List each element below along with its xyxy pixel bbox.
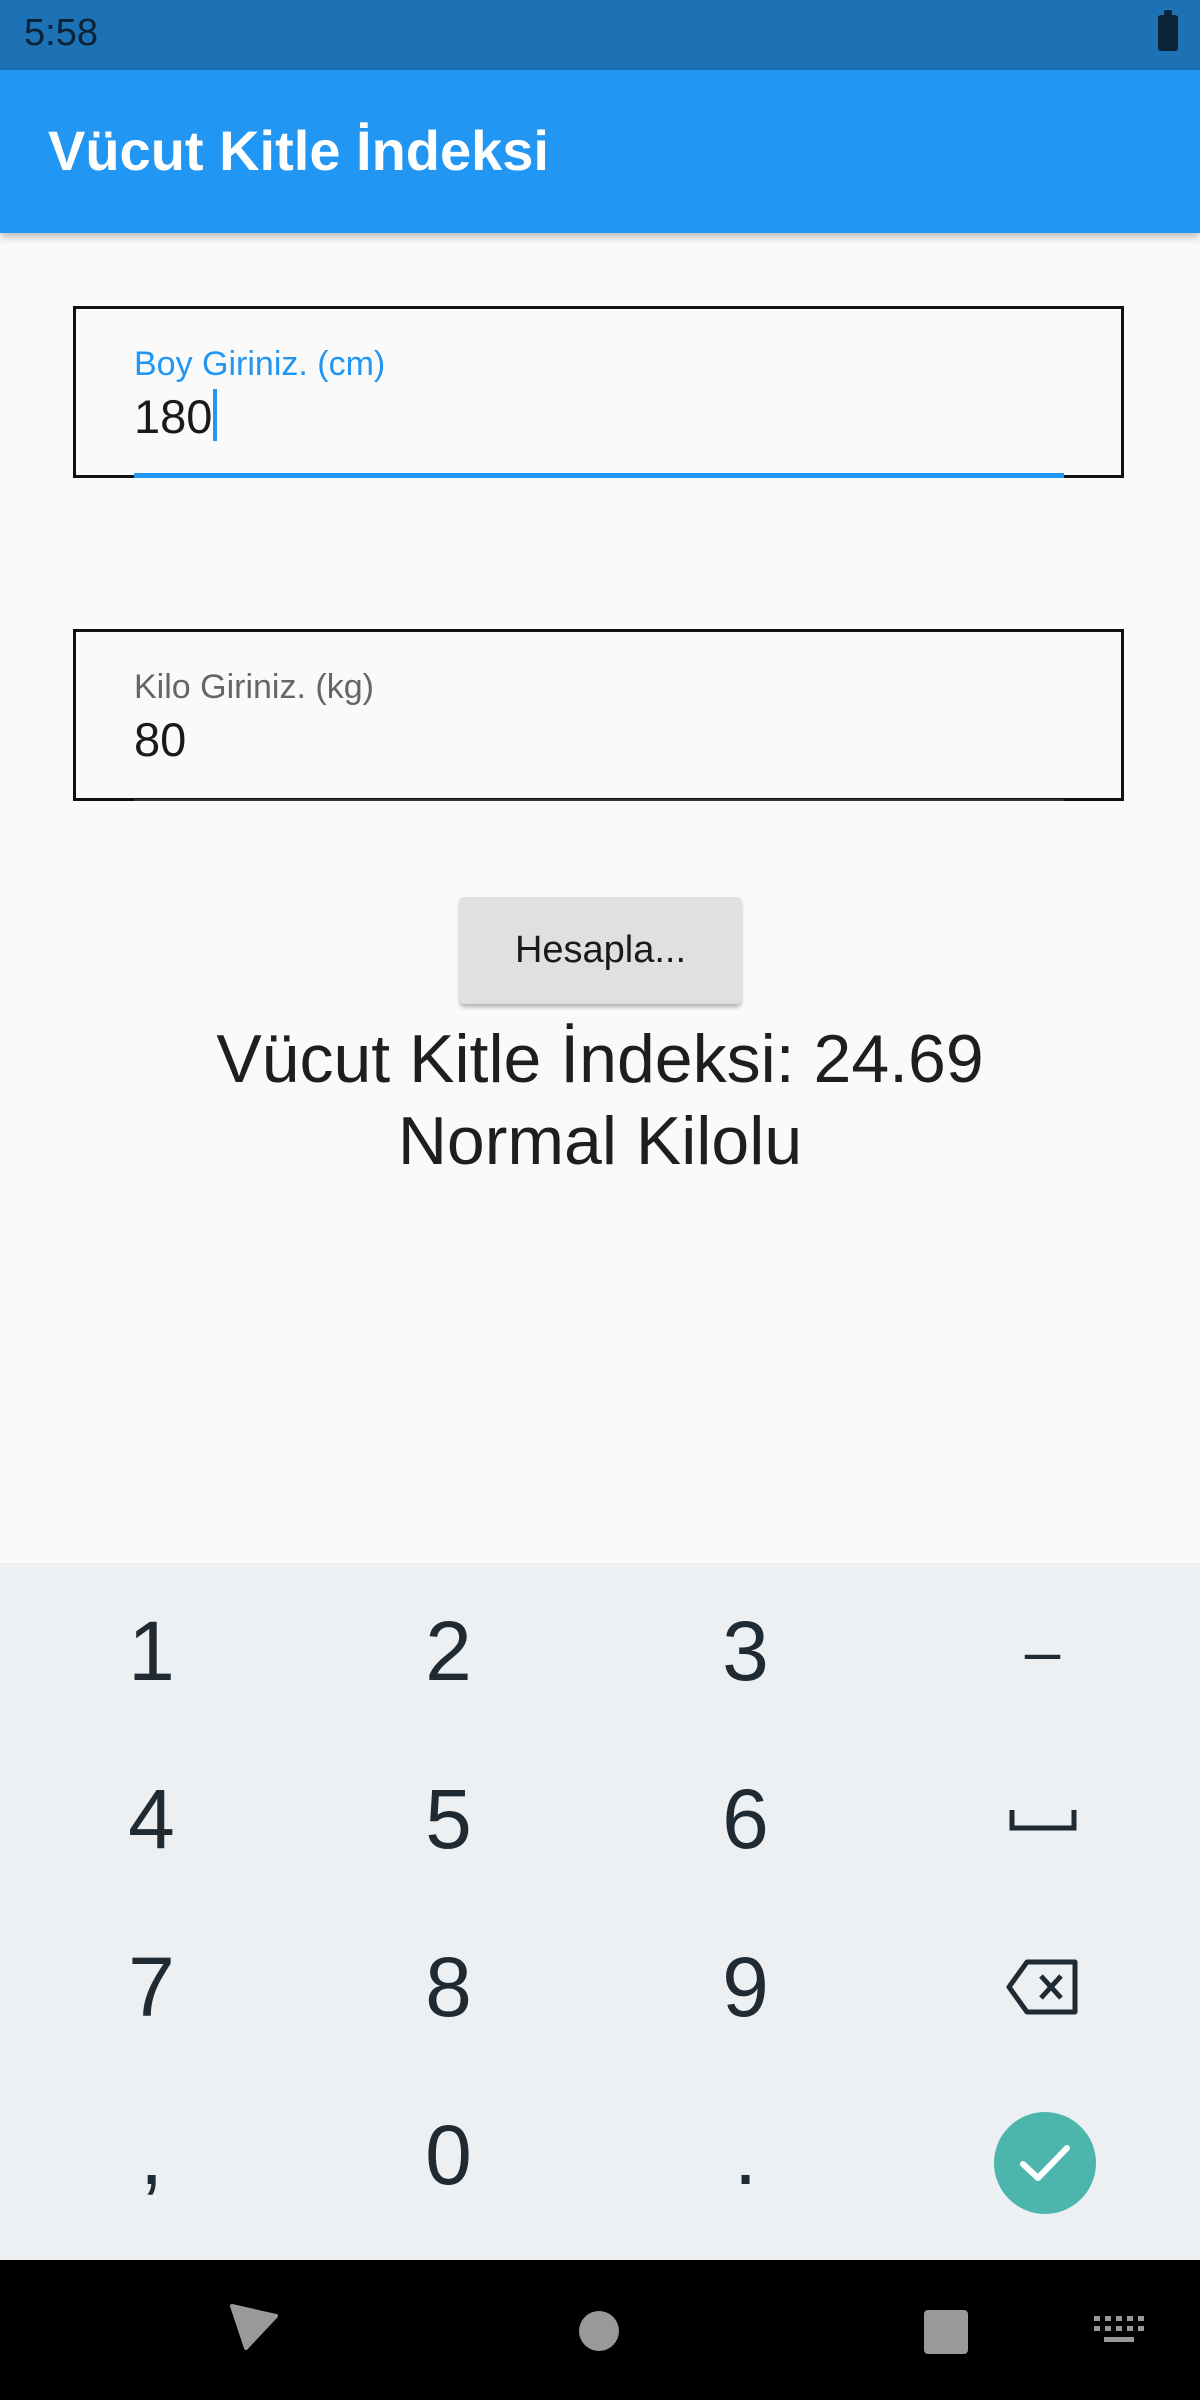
key-period[interactable]: . (597, 2071, 894, 2239)
key-backspace[interactable] (894, 1903, 1191, 2071)
key-8[interactable]: 8 (300, 1903, 597, 2071)
weight-input[interactable]: 80 (134, 712, 186, 767)
check-icon (1020, 2145, 1070, 2181)
status-time: 5:58 (24, 12, 98, 54)
key-9[interactable]: 9 (597, 1903, 894, 2071)
key-3[interactable]: 3 (597, 1567, 894, 1735)
page-title: Vücut Kitle İndeksi (48, 119, 549, 182)
calculate-button[interactable]: Hesapla... (460, 897, 741, 1004)
battery-icon (1158, 10, 1178, 51)
key-6[interactable]: 6 (597, 1735, 894, 1903)
height-value: 180 (134, 390, 213, 443)
status-bar: 5:58 (0, 0, 1200, 70)
weight-field-underline (134, 799, 1064, 801)
height-input[interactable]: 180 (134, 389, 218, 444)
key-comma[interactable]: , (3, 2071, 300, 2239)
key-7[interactable]: 7 (3, 1903, 300, 2071)
back-icon[interactable] (228, 2302, 280, 2352)
weight-field-label: Kilo Giriniz. (kg) (134, 668, 374, 706)
height-field-label: Boy Giriniz. (cm) (134, 345, 386, 383)
key-4[interactable]: 4 (3, 1735, 300, 1903)
recents-icon[interactable] (924, 2310, 968, 2354)
backspace-icon (1006, 1959, 1077, 2015)
height-field[interactable]: Boy Giriniz. (cm) 180 (73, 306, 1124, 478)
key-0[interactable]: 0 (300, 2071, 597, 2239)
key-minus[interactable]: – (894, 1567, 1191, 1735)
space-icon (1009, 1810, 1076, 1831)
weight-field[interactable]: Kilo Giriniz. (kg) 80 (73, 629, 1124, 801)
key-2[interactable]: 2 (300, 1567, 597, 1735)
keyboard-switch-icon[interactable] (1094, 2316, 1144, 2348)
key-5[interactable]: 5 (300, 1735, 597, 1903)
app-bar: Vücut Kitle İndeksi (0, 70, 1200, 233)
key-1[interactable]: 1 (3, 1567, 300, 1735)
home-icon[interactable] (578, 2310, 620, 2352)
done-key[interactable] (994, 2112, 1096, 2214)
bmi-category: Normal Kilolu (397, 1103, 803, 1179)
text-cursor (213, 389, 218, 441)
key-space[interactable] (894, 1735, 1191, 1903)
height-field-underline (134, 473, 1064, 478)
navigation-bar (0, 2260, 1200, 2400)
bmi-result: Vücut Kitle İndeksi: 24.69 (216, 1021, 984, 1097)
